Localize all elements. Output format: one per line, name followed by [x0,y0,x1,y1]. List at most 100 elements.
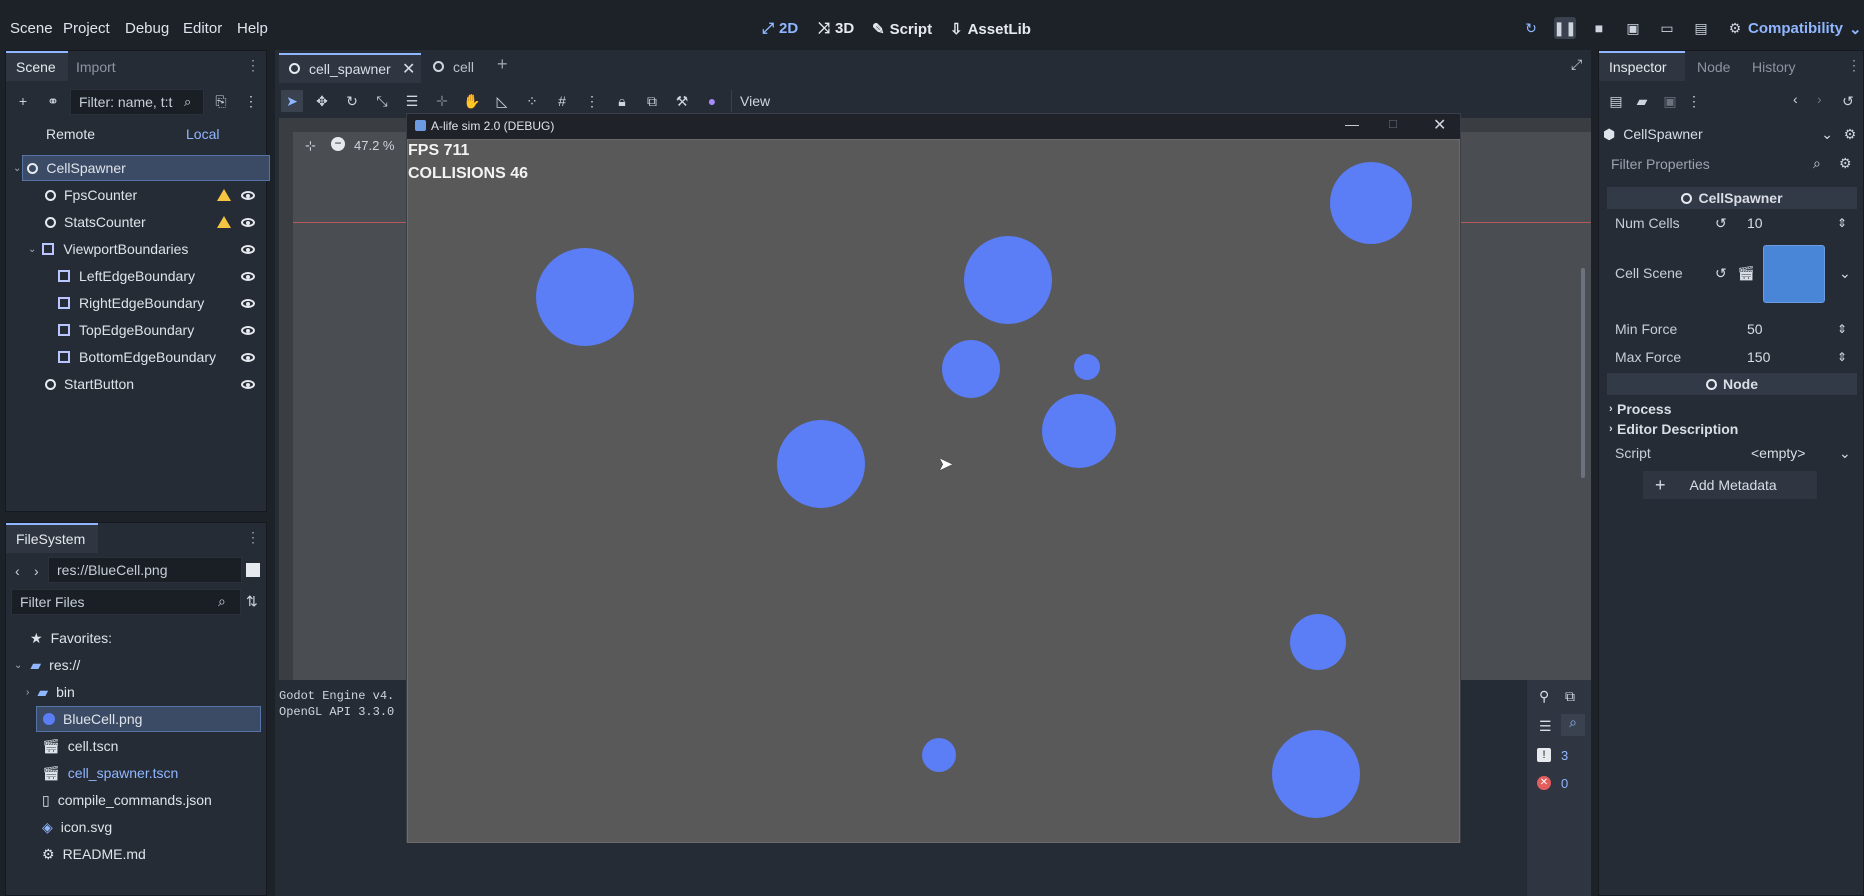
tab-inspector[interactable]: Inspector [1609,59,1667,75]
camera-override-icon[interactable]: ● [701,90,723,112]
ruler-mode-icon[interactable]: ◺ [491,90,513,112]
close-icon[interactable]: ✕ [402,59,415,79]
save-icon[interactable]: ▣ [1659,90,1681,112]
game-canvas[interactable]: FPS 711 COLLISIONS 46 ➤ [407,139,1460,843]
add-node-icon[interactable]: + [12,90,34,112]
copy-output-icon[interactable]: ⧉ [1565,688,1575,705]
history-back-icon[interactable]: ‹ [1793,91,1798,107]
object-selector[interactable]: ⬢ CellSpawner ⌄ [1603,121,1833,147]
spinner-icon[interactable]: ⇕ [1837,322,1847,336]
open-folder-icon[interactable]: ▰ [1631,90,1653,112]
min-force-value[interactable]: 50 [1747,321,1763,337]
chevron-down-icon[interactable]: ⌄ [1839,265,1851,282]
visibility-icon[interactable] [241,190,255,200]
group-icon[interactable]: ⧉ [641,90,663,112]
cell-scene-preview[interactable] [1763,245,1825,303]
tab-scene[interactable]: Scene [16,59,56,75]
bone-icon[interactable]: ⚒ [671,90,693,112]
visibility-icon[interactable] [241,352,255,362]
compile-commands-item[interactable]: ▯ compile_commands.json [42,787,212,813]
move-mode-icon[interactable]: ✥ [311,90,333,112]
play-custom-icon[interactable]: ▤ [1690,17,1712,39]
visibility-icon[interactable] [241,325,255,335]
script-value[interactable]: <empty> [1751,445,1805,461]
zoom-level[interactable]: 47.2 % [354,138,394,153]
tab-import[interactable]: Import [76,59,116,75]
new-resource-icon[interactable]: ▤ [1605,90,1627,112]
renderer-select[interactable]: Compatibility ⌄ [1748,20,1862,38]
object-script-icon[interactable]: ⚙ [1839,123,1861,145]
tree-node-bottomedge[interactable]: BottomEdgeBoundary [58,344,265,370]
visibility-icon[interactable] [241,217,255,227]
back-icon[interactable]: ‹ [15,563,20,579]
add-metadata-button[interactable]: + Add Metadata [1643,471,1817,499]
tree-node-startbutton[interactable]: StartButton [45,371,265,397]
view-menu[interactable]: View [731,90,778,112]
workspace-assetlib-button[interactable]: ⇩ AssetLib [950,20,1031,39]
tree-node-cellspawner[interactable]: ⌄ CellSpawner [13,155,270,181]
rotate-mode-icon[interactable]: ↻ [341,90,363,112]
select-mode-icon[interactable]: ➤ [281,90,303,112]
zoom-reset-icon[interactable]: ⊹ [305,138,316,154]
grid-snap-icon[interactable]: # [551,90,573,112]
visibility-icon[interactable] [241,244,255,254]
menu-project[interactable]: Project [63,20,110,37]
warning-filter-icon[interactable]: ! [1537,748,1551,762]
tab-node[interactable]: Node [1697,59,1730,75]
local-toggle[interactable]: Local [186,126,219,142]
history-forward-icon[interactable]: › [1817,91,1822,107]
minimize-icon[interactable]: — [1345,116,1359,132]
collapse-output-icon[interactable]: ☰ [1539,718,1552,735]
lock-icon[interactable]: 🔒︎ [611,90,633,112]
remote-debug-icon[interactable]: ▣ [1622,17,1644,39]
menu-help[interactable]: Help [237,20,268,37]
close-icon[interactable]: ✕ [1433,115,1446,135]
readme-item[interactable]: ⚙ README.md [42,841,146,867]
tab-cell[interactable]: cell [425,53,495,83]
workspace-2d-button[interactable]: ⤢ 2D [762,20,798,37]
dock-menu-icon[interactable]: ⋮ [246,57,260,74]
bluecell-file-item[interactable]: BlueCell.png [36,706,261,732]
num-cells-value[interactable]: 10 [1747,215,1763,231]
movie-icon[interactable]: ⚙ [1724,17,1746,39]
revert-icon[interactable]: ↺ [1715,215,1727,232]
menu-editor[interactable]: Editor [183,20,222,37]
scale-mode-icon[interactable]: ⤡ [371,90,393,112]
menu-scene[interactable]: Scene [10,20,53,37]
cell-tscn-item[interactable]: 🎬︎ cell.tscn [42,733,118,759]
options-icon[interactable]: ⋮ [1683,90,1705,112]
reload-icon[interactable]: ↻ [1520,17,1542,39]
tree-node-leftedge[interactable]: LeftEdgeBoundary [58,263,265,289]
link-icon[interactable]: ⚭ [42,90,64,112]
stop-icon[interactable]: ■ [1588,17,1610,39]
cell-spawner-tscn-item[interactable]: 🎬︎ cell_spawner.tscn [42,760,178,786]
object-history-icon[interactable]: ↺ [1837,90,1859,112]
pan-mode-icon[interactable]: ✋ [461,90,483,112]
pause-icon[interactable]: ❚❚ [1553,17,1577,39]
tree-node-viewportboundaries[interactable]: ⌄ ViewportBoundaries [28,236,265,262]
tab-cell-spawner[interactable]: cell_spawner ✕ [279,53,421,83]
spinner-icon[interactable]: ⇕ [1837,350,1847,364]
tree-node-rightedge[interactable]: RightEdgeBoundary [58,290,265,316]
revert-icon[interactable]: ↺ [1715,265,1727,282]
distraction-free-icon[interactable]: ⤢ [1571,56,1582,73]
scene-options-icon[interactable]: ⋮ [240,90,262,112]
max-force-value[interactable]: 150 [1747,349,1770,365]
favorites-item[interactable]: ★ Favorites: [30,625,112,651]
tree-node-topedge[interactable]: TopEdgeBoundary [58,317,265,343]
clear-output-icon[interactable]: ⚲ [1539,688,1549,705]
visibility-icon[interactable] [241,298,255,308]
maximize-icon[interactable]: □ [1389,116,1397,131]
chevron-down-icon[interactable]: ⌄ [1839,445,1851,462]
vertical-scrollbar[interactable] [1581,268,1585,478]
visibility-icon[interactable] [241,379,255,389]
bin-folder-item[interactable]: › ▰ bin [26,679,75,705]
forward-icon[interactable]: › [34,563,39,579]
warning-icon[interactable] [217,216,231,228]
filter-output-icon[interactable]: ⌕ [1561,714,1585,736]
instance-scene-icon[interactable]: ⎘ [210,90,232,112]
res-root-item[interactable]: ⌄ ▰ res:// [14,652,80,678]
filter-properties-input[interactable]: Filter Properties [1603,151,1789,177]
path-field[interactable]: res://BlueCell.png [48,557,242,583]
smart-snap-icon[interactable]: ⁘ [521,90,543,112]
